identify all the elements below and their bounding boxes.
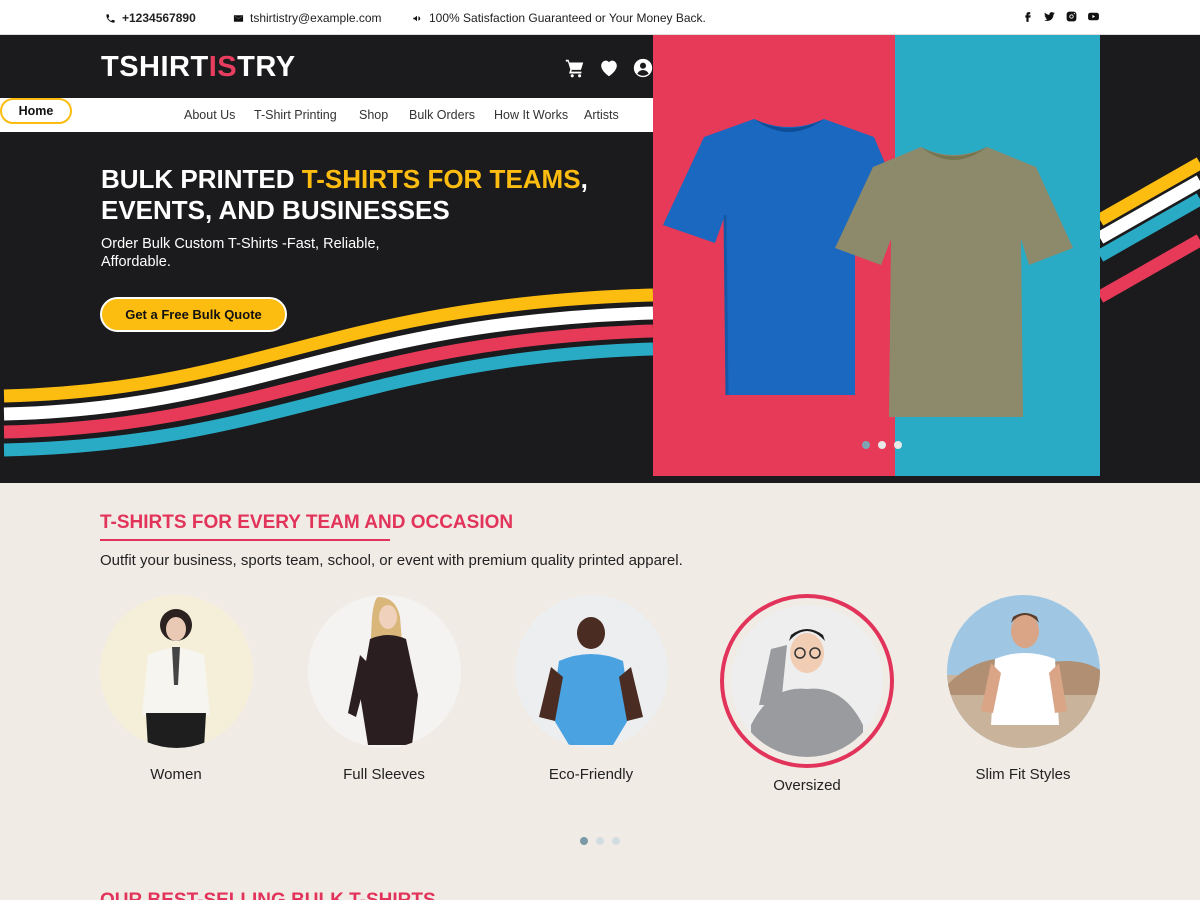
phone-number: +1234567890	[122, 11, 196, 25]
slim-fit-category-image	[946, 595, 1100, 748]
email-address: tshirtistry@example.com	[250, 11, 382, 25]
nav-home[interactable]: Home	[0, 98, 72, 124]
nav-shop[interactable]: Shop	[359, 108, 388, 122]
hero-title: BULK PRINTED T-SHIRTS FOR TEAMS, EVENTS,…	[101, 164, 621, 226]
category-oversized[interactable]: Oversized	[720, 594, 894, 794]
nav-tshirt-printing[interactable]: T-Shirt Printing	[254, 108, 337, 122]
nav-how-it-works[interactable]: How It Works	[494, 108, 568, 122]
hero-dot-3[interactable]	[894, 441, 902, 449]
satisfaction-notice: 100% Satisfaction Guaranteed or Your Mon…	[412, 11, 706, 25]
hero-title-text-1: BULK PRINTED	[101, 164, 302, 194]
hero-dot-1[interactable]	[862, 441, 870, 449]
logo-text-3: TRY	[237, 51, 296, 83]
hero-subtitle: Order Bulk Custom T-Shirts -Fast, Reliab…	[101, 236, 380, 270]
oversized-highlight-ring	[720, 594, 894, 768]
category-eco-friendly[interactable]: Eco-Friendly	[511, 595, 671, 783]
phone-contact[interactable]: +1234567890	[105, 11, 196, 25]
envelope-icon	[233, 14, 244, 22]
nav-about-us[interactable]: About Us	[184, 108, 235, 122]
satisfaction-text: 100% Satisfaction Guaranteed or Your Mon…	[429, 11, 706, 25]
women-label: Women	[150, 766, 202, 783]
category-slim-fit-styles[interactable]: Slim Fit Styles	[943, 595, 1103, 783]
full-sleeves-label: Full Sleeves	[343, 766, 425, 783]
header-actions	[564, 57, 654, 79]
megaphone-icon	[413, 15, 421, 21]
instagram-icon[interactable]	[1065, 10, 1078, 23]
oversized-label: Oversized	[773, 777, 841, 794]
cart-icon[interactable]	[564, 57, 586, 79]
full-sleeves-category-image	[307, 595, 461, 748]
facebook-icon[interactable]	[1021, 10, 1034, 23]
nav-artists[interactable]: Artists	[584, 108, 619, 122]
women-category-image	[99, 595, 253, 748]
eco-friendly-label: Eco-Friendly	[548, 766, 634, 783]
logo-text-2: IS	[208, 51, 238, 83]
category-dot-3[interactable]	[612, 837, 620, 845]
category-women[interactable]: Women	[96, 595, 256, 783]
slim-fit-label: Slim Fit Styles	[975, 766, 1071, 783]
email-contact[interactable]: tshirtistry@example.com	[233, 11, 382, 25]
phone-icon	[106, 13, 115, 23]
hero-bottom-edge	[653, 476, 1100, 483]
olive-tshirt-image	[835, 147, 1073, 417]
categories-title: T-SHIRTS FOR EVERY TEAM AND OCCASION	[100, 512, 514, 533]
categories-title-underline	[100, 539, 390, 541]
logo-text-1: TSHIRT	[101, 51, 209, 83]
best-selling-title: OUR BEST-SELLING BULK T-SHIRTS	[100, 890, 436, 900]
edge-stripes-graphic	[1096, 157, 1200, 303]
hero-right-edge	[1096, 35, 1200, 483]
youtube-icon[interactable]	[1087, 10, 1100, 23]
hero-carousel-dots	[862, 441, 902, 449]
category-dot-2[interactable]	[596, 837, 604, 845]
category-full-sleeves[interactable]: Full Sleeves	[304, 595, 464, 783]
hero-dot-2[interactable]	[878, 441, 886, 449]
top-bar: +1234567890 tshirtistry@example.com 100%…	[0, 0, 1200, 35]
social-links	[1021, 10, 1100, 23]
user-icon[interactable]	[632, 57, 654, 79]
main-nav: Home About Us T-Shirt Printing Shop Bulk…	[0, 98, 653, 132]
twitter-icon[interactable]	[1043, 10, 1056, 23]
categories-subtitle: Outfit your business, sports team, schoo…	[100, 552, 683, 569]
site-logo[interactable]: TSHIRTISTRY	[101, 51, 296, 84]
hero-title-highlight: T-SHIRTS FOR TEAMS	[301, 164, 581, 194]
category-dot-1[interactable]	[580, 837, 588, 845]
heart-icon[interactable]	[598, 57, 620, 79]
hero-image-panel	[653, 35, 1100, 476]
get-quote-button[interactable]: Get a Free Bulk Quote	[100, 297, 287, 332]
nav-bulk-orders[interactable]: Bulk Orders	[409, 108, 475, 122]
eco-friendly-category-image	[514, 595, 668, 748]
oversized-category-image	[731, 605, 883, 757]
hero-section: BULK PRINTED T-SHIRTS FOR TEAMS, EVENTS,…	[0, 132, 653, 483]
category-carousel-dots	[580, 837, 620, 845]
